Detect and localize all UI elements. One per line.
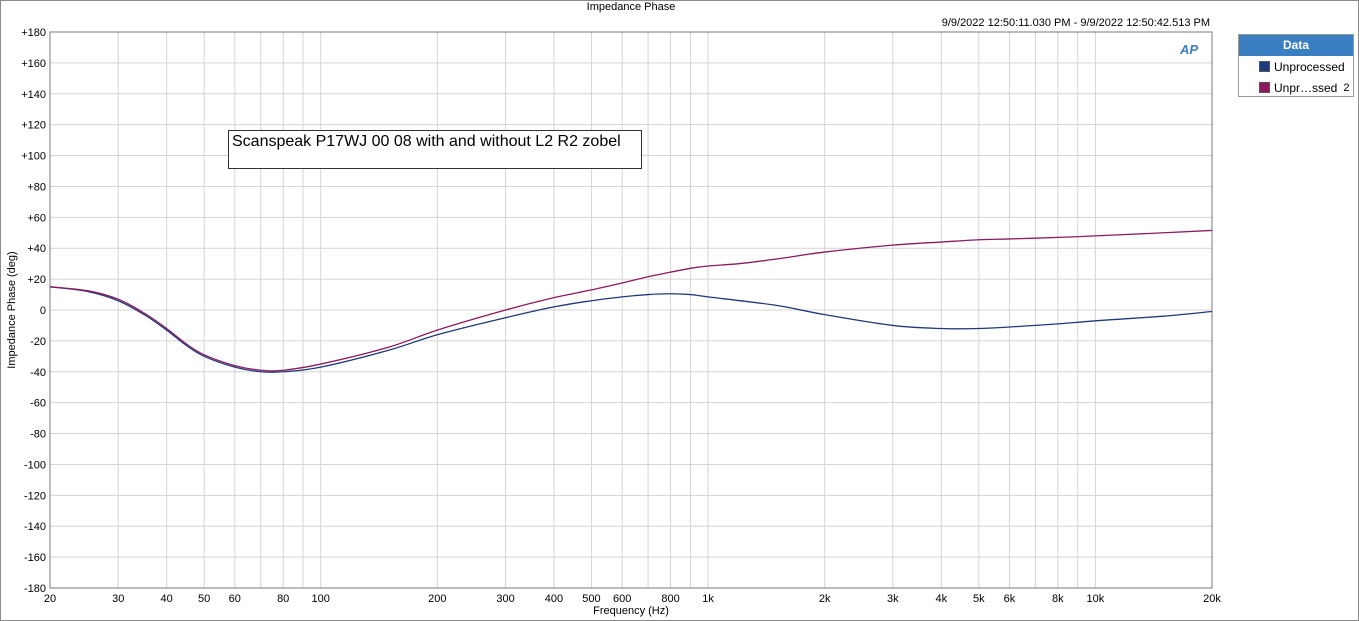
ap-logo-icon: AP bbox=[1180, 42, 1199, 57]
y-tick-label: -40 bbox=[30, 367, 46, 379]
y-axis-label: Impedance Phase (deg) bbox=[6, 251, 18, 368]
time-range: 9/9/2022 12:50:11.030 PM - 9/9/2022 12:5… bbox=[942, 17, 1210, 29]
series-group bbox=[49, 229, 1213, 374]
series-line bbox=[49, 229, 1213, 372]
legend-title: Data bbox=[1239, 35, 1353, 56]
x-tick-label: 300 bbox=[496, 593, 514, 605]
chart-svg: Impedance Phase 9/9/2022 12:50:11.030 PM… bbox=[6, 1, 1221, 617]
x-tick-label: 800 bbox=[661, 593, 679, 605]
x-tick-label: 2k bbox=[819, 593, 831, 605]
x-tick-label: 8k bbox=[1052, 593, 1064, 605]
legend-item-label: Unpr…ssed bbox=[1274, 80, 1338, 95]
x-tick-label: 20 bbox=[44, 593, 56, 605]
y-tick-label: -160 bbox=[24, 552, 46, 564]
x-axis-ticks: 20 30 40 50 60 80 100 200 300 400 500 600 800 1k 2k 3k 4… bbox=[44, 593, 1221, 605]
y-tick-label: -80 bbox=[30, 429, 46, 441]
y-tick-label: -60 bbox=[30, 398, 46, 410]
y-tick-label: +180 bbox=[21, 27, 46, 39]
legend-swatch-icon bbox=[1259, 82, 1270, 93]
x-tick-label: 100 bbox=[312, 593, 330, 605]
y-tick-label: +120 bbox=[21, 120, 46, 132]
x-tick-label: 600 bbox=[613, 593, 631, 605]
x-tick-label: 40 bbox=[160, 593, 172, 605]
y-tick-label: +80 bbox=[27, 181, 46, 193]
y-tick-label: -140 bbox=[24, 521, 46, 533]
legend-item-suffix: 2 bbox=[1343, 81, 1350, 94]
y-tick-label: -100 bbox=[24, 459, 46, 471]
y-tick-label: +160 bbox=[21, 58, 46, 70]
grid bbox=[49, 31, 1213, 589]
y-tick-label: +100 bbox=[21, 151, 46, 163]
x-tick-label: 60 bbox=[229, 593, 241, 605]
x-axis-label: Frequency (Hz) bbox=[593, 605, 669, 617]
y-tick-label: +20 bbox=[27, 274, 46, 286]
y-tick-label: +60 bbox=[27, 212, 46, 224]
x-tick-label: 50 bbox=[198, 593, 210, 605]
y-tick-label: -20 bbox=[30, 336, 46, 348]
chart-title: Impedance Phase bbox=[587, 1, 676, 13]
x-tick-label: 400 bbox=[545, 593, 563, 605]
y-tick-label: +140 bbox=[21, 89, 46, 101]
y-axis-ticks: +180 +160 +140 +120 +100 +80 +60 +40 +20 0 -20 -40 -… bbox=[21, 27, 46, 595]
legend-item[interactable]: Unpr…ssed 2 bbox=[1239, 77, 1353, 98]
legend-item[interactable]: Unprocessed bbox=[1239, 56, 1353, 77]
legend-swatch-icon bbox=[1259, 61, 1270, 72]
x-tick-label: 6k bbox=[1004, 593, 1016, 605]
x-tick-label: 5k bbox=[973, 593, 985, 605]
x-tick-label: 30 bbox=[112, 593, 124, 605]
x-tick-label: 4k bbox=[935, 593, 947, 605]
x-tick-label: 10k bbox=[1087, 593, 1105, 605]
x-tick-label: 1k bbox=[702, 593, 714, 605]
y-tick-label: -120 bbox=[24, 490, 46, 502]
x-tick-label: 80 bbox=[277, 593, 289, 605]
y-tick-label: +40 bbox=[27, 243, 46, 255]
x-tick-label: 3k bbox=[887, 593, 899, 605]
x-tick-label: 200 bbox=[428, 593, 446, 605]
legend-item-label: Unprocessed bbox=[1274, 59, 1345, 74]
x-tick-label: 20k bbox=[1203, 593, 1221, 605]
y-tick-label: -180 bbox=[24, 583, 46, 595]
legend: Data Unprocessed Unpr…ssed 2 bbox=[1238, 34, 1354, 97]
y-tick-label: 0 bbox=[40, 305, 46, 317]
series-line bbox=[49, 286, 1213, 374]
x-tick-label: 500 bbox=[582, 593, 600, 605]
chart-annotation[interactable]: Scanspeak P17WJ 00 08 with and without L… bbox=[228, 130, 642, 169]
